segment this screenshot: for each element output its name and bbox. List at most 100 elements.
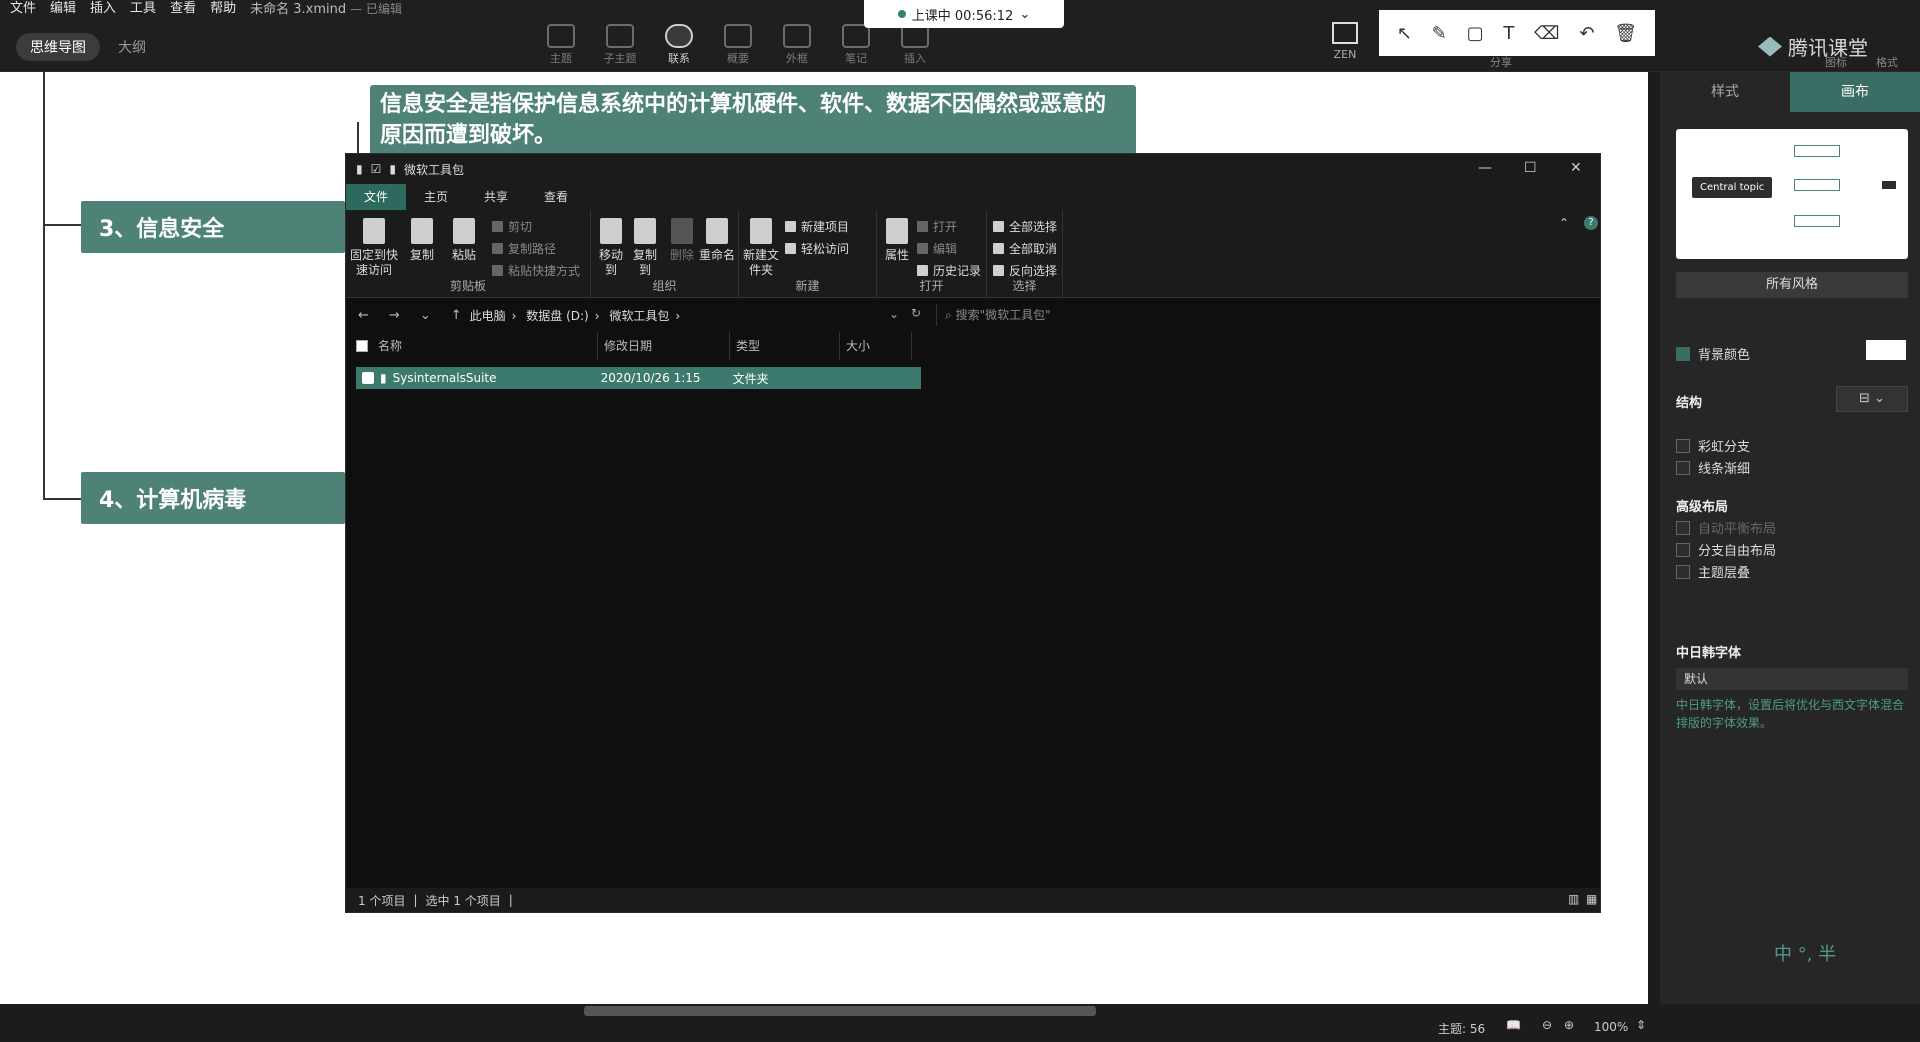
edit-button[interactable]: 编辑 [917,240,957,257]
menu-edit[interactable]: 编辑 [50,0,76,18]
tab-canvas[interactable]: 画布 [1790,72,1920,112]
trash-icon[interactable]: 🗑 [1614,23,1637,44]
column-name[interactable]: 名称 [372,332,598,360]
eraser-icon[interactable]: ⌫ [1534,23,1559,44]
insert-button[interactable]: 插入 [885,24,945,66]
topic-note[interactable]: 信息安全是指保护信息系统中的计算机硬件、软件、数据不因偶然或恶意的原因而遭到破坏… [370,85,1136,155]
paste-button[interactable]: 粘贴 [446,218,482,263]
forward-icon[interactable]: → [389,308,400,323]
tab-view[interactable]: 查看 [526,184,586,210]
bg-color-option[interactable]: 背景颜色 [1676,344,1750,363]
tab-share[interactable]: 共享 [466,184,526,210]
row-checkbox[interactable] [362,372,374,384]
topic-button[interactable]: 主题 [531,24,591,66]
menu-view[interactable]: 查看 [170,0,196,18]
tab-file[interactable]: 文件 [346,184,407,210]
minimize-icon[interactable]: — [1478,160,1492,176]
breadcrumb-pc[interactable]: 此电脑 [470,309,506,323]
collapse-ribbon-icon[interactable]: ⌃ [1559,216,1569,230]
zoom-out-icon[interactable]: ⊖ [1542,1018,1552,1032]
format-panel-tab[interactable]: 格式 [1876,54,1898,70]
topic-overlap-option[interactable]: 主题层叠 [1676,562,1750,581]
note-button[interactable]: 笔记 [826,24,886,66]
breadcrumb[interactable]: 此电脑 › 数据盘 (D:) › 微软工具包 › [470,307,687,324]
copy-path-button[interactable]: 复制路径 [492,240,556,257]
details-view-icon[interactable]: ▥ [1568,892,1579,906]
icon-panel-tab[interactable]: 图标 [1825,54,1847,70]
copy-button[interactable]: 复制 [404,218,440,263]
rename-button[interactable]: 重命名 [699,218,735,263]
book-icon[interactable]: 📖 [1506,1018,1521,1032]
menu-tools[interactable]: 工具 [130,0,156,18]
topic-information-security[interactable]: 3、信息安全 [81,201,345,253]
zoom-level[interactable]: 100% [1594,1020,1628,1034]
theme-preview[interactable]: Central topic [1676,129,1908,259]
topic-computer-virus[interactable]: 4、计算机病毒 [81,472,345,524]
text-icon[interactable]: T [1503,23,1514,44]
table-row[interactable]: ▮ SysinternalsSuite 2020/10/26 1:15 文件夹 [356,367,921,389]
menu-file[interactable]: 文件 [10,0,36,18]
bg-color-swatch[interactable] [1866,340,1906,360]
cut-button[interactable]: 剪切 [492,218,532,235]
open-button[interactable]: 打开 [917,218,957,235]
back-icon[interactable]: ← [358,308,369,323]
pin-button[interactable]: 固定到快速访问 [350,218,398,278]
rainbow-checkbox[interactable] [1676,438,1690,453]
free-branch-checkbox[interactable] [1676,542,1690,557]
zoom-in-icon[interactable]: ⊕ [1564,1018,1574,1032]
taper-checkbox[interactable] [1676,460,1690,475]
breadcrumb-drive[interactable]: 数据盘 (D:) [526,309,588,323]
boundary-button[interactable]: 外框 [767,24,827,66]
delete-button[interactable]: 删除 [667,218,697,263]
shape-icon[interactable]: ▢ [1467,23,1484,44]
search-input[interactable]: ⌕ 搜索"微软工具包" [936,304,1586,326]
auto-balance-checkbox[interactable] [1676,520,1690,535]
select-all-checkbox[interactable] [356,340,368,352]
pointer-icon[interactable]: ↖ [1397,23,1412,44]
recent-icon[interactable]: ⌄ [420,308,431,323]
easy-access-button[interactable]: 轻松访问 [785,240,849,257]
free-branch-option[interactable]: 分支自由布局 [1676,540,1776,559]
new-item-button[interactable]: 新建项目 [785,218,849,235]
properties-button[interactable]: 属性 [881,218,913,263]
pen-icon[interactable]: ✎ [1432,23,1447,44]
menu-help[interactable]: 帮助 [210,0,236,18]
cjk-font-select[interactable]: 默认 [1676,668,1908,690]
relation-button[interactable]: 联系 [649,24,709,66]
undo-icon[interactable]: ↶ [1579,23,1594,44]
bg-color-checkbox[interactable] [1676,346,1690,361]
subtopic-button[interactable]: 子主题 [590,24,650,66]
zoom-stepper-icon[interactable]: ⇕ [1636,1018,1646,1032]
maximize-icon[interactable]: ☐ [1524,160,1537,176]
tiles-view-icon[interactable]: ▦ [1586,892,1597,906]
taper-line-option[interactable]: 线条渐细 [1676,458,1750,477]
copy-to-button[interactable]: 复制到 [629,218,661,278]
address-dropdown-icon[interactable]: ⌄ [889,307,899,321]
share-label[interactable]: 分享 [1490,54,1512,70]
structure-dropdown[interactable]: ⊟ ⌄ [1836,386,1908,412]
refresh-icon[interactable]: ↻ [911,306,921,320]
help-icon[interactable]: ? [1584,216,1598,230]
auto-balance-option[interactable]: 自动平衡布局 [1676,518,1776,537]
menu-insert[interactable]: 插入 [90,0,116,18]
select-all-button[interactable]: 全部选择 [993,218,1057,235]
topic-overlap-checkbox[interactable] [1676,564,1690,579]
select-none-button[interactable]: 全部取消 [993,240,1057,257]
tab-home[interactable]: 主页 [406,184,466,210]
summary-button[interactable]: 概要 [708,24,768,66]
class-status-badge[interactable]: 上课中 00:56:12 ⌄ [864,0,1064,28]
column-type[interactable]: 类型 [730,332,840,360]
move-to-button[interactable]: 移动到 [595,218,627,278]
tab-style[interactable]: 样式 [1660,72,1790,112]
close-icon[interactable]: ✕ [1570,160,1582,176]
up-icon[interactable]: ↑ [451,308,462,323]
rainbow-branch-option[interactable]: 彩虹分支 [1676,436,1750,455]
horizontal-scrollbar[interactable] [584,1006,1096,1016]
breadcrumb-folder[interactable]: 微软工具包 [609,309,669,323]
view-outline-button[interactable]: 大纲 [108,33,156,61]
quick-access-icon[interactable]: ☑ [371,162,382,176]
column-size[interactable]: 大小 [840,332,912,360]
view-mindmap-button[interactable]: 思维导图 [16,33,100,61]
new-folder-button[interactable]: 新建文件夹 [743,218,779,278]
column-date[interactable]: 修改日期 [598,332,730,360]
